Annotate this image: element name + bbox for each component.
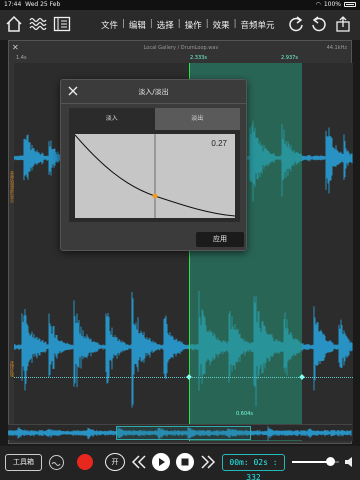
fade-tabs: 淡入 淡出 — [69, 108, 240, 130]
waveform-track-bottom[interactable] — [13, 253, 353, 441]
selection-length: 0.604s — [236, 411, 253, 417]
volume-fill — [292, 461, 330, 463]
side-label-bottom: 选择区域 — [9, 361, 15, 401]
waveform-bottom — [13, 290, 353, 408]
fade-curve-graph[interactable]: 0.27 — [75, 134, 235, 218]
sample-rate: 44.1kHz — [326, 45, 347, 51]
wifi-icon: ◠ — [315, 1, 321, 8]
top-toolbar: 文件 | 编辑 | 选择 | 操作 | 效果 | 音频单元 — [0, 10, 360, 40]
overview-strip[interactable] — [7, 424, 352, 441]
status-right: ◠ 100% — [316, 1, 356, 8]
overview-selection[interactable] — [116, 426, 251, 440]
main-menu: 文件 | 编辑 | 选择 | 操作 | 效果 | 音频单元 — [100, 19, 275, 31]
fade-curve-panel[interactable]: 0.27 — [69, 130, 240, 222]
loop-toggle[interactable]: 开 — [105, 453, 125, 471]
time-ruler[interactable]: 1.4s 2.333s 2.937s — [9, 54, 353, 62]
volume-slider[interactable] — [292, 457, 339, 466]
battery-icon — [344, 2, 356, 7]
home-icon[interactable] — [5, 15, 23, 33]
time-display[interactable]: 00m: 02s : 332 — [222, 454, 285, 480]
menu-file[interactable]: 文件 — [100, 19, 119, 31]
curve-value: 0.27 — [211, 139, 227, 148]
battery-text: 100% — [323, 1, 341, 8]
dialog-divider — [61, 103, 246, 104]
editor-header: ✕ Local Gallery / DrumLoop.wav 44.1kHz — [9, 41, 353, 55]
waveform-view-icon[interactable] — [29, 15, 47, 33]
ruler-start: 1.4s — [16, 55, 27, 61]
export-icon[interactable] — [334, 15, 352, 33]
menu-select[interactable]: 选择 — [156, 19, 175, 31]
menu-operation[interactable]: 操作 — [184, 19, 203, 31]
record-button[interactable] — [75, 452, 95, 472]
dialog-title: 淡入/淡出 — [138, 88, 169, 96]
ruler-sel-end: 2.937s — [281, 55, 298, 61]
redo-icon[interactable] — [287, 15, 305, 33]
menu-effects[interactable]: 效果 — [212, 19, 231, 31]
status-bar: 17:44 Wed 25 Feb ◠ 100% — [0, 0, 360, 10]
volume-thumb[interactable] — [325, 457, 335, 466]
undo-icon[interactable] — [310, 15, 328, 33]
menu-audio-units[interactable]: 音频单元 — [239, 19, 275, 31]
tab-fade-in[interactable]: 淡入 — [69, 108, 155, 130]
tab-fade-out[interactable]: 淡出 — [154, 108, 240, 130]
volume-icon[interactable] — [343, 455, 357, 469]
side-label-top: 音频轨道波形显示 — [9, 171, 15, 241]
menu-edit[interactable]: 编辑 — [128, 19, 147, 31]
metronome-icon[interactable] — [48, 454, 65, 471]
ruler-sel-start: 2.333s — [190, 55, 207, 61]
apply-button[interactable]: 应用 — [196, 232, 244, 247]
stop-button[interactable] — [175, 452, 195, 472]
play-button[interactable] — [151, 452, 171, 472]
status-time: 17:44 Wed 25 Feb — [4, 1, 61, 8]
panel-icon[interactable] — [53, 15, 71, 33]
transport-bar: 工具箱 开 00m: 02s : 332 — [0, 446, 360, 480]
rewind-icon[interactable] — [130, 453, 148, 471]
toolbox-button[interactable]: 工具箱 — [5, 454, 42, 471]
fade-dialog: 淡入/淡出 淡入 淡出 0.27 应用 — [60, 79, 247, 251]
fast-forward-icon[interactable] — [199, 453, 217, 471]
curve-control-handle[interactable] — [152, 193, 158, 199]
file-path: Local Gallery / DrumLoop.wav — [143, 45, 219, 51]
